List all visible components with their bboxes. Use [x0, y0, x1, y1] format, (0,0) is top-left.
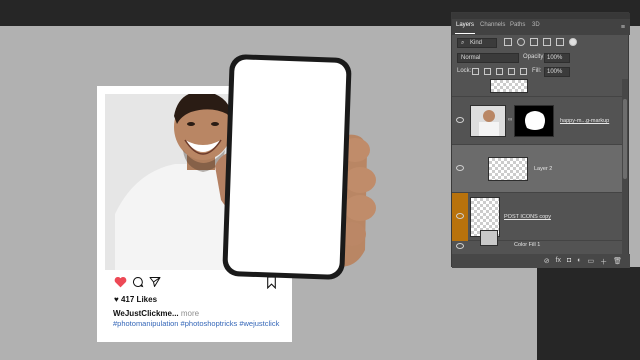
- layer-name[interactable]: POST ICONS copy: [504, 214, 551, 220]
- filter-toggle-icon[interactable]: [569, 38, 577, 46]
- comment-icon[interactable]: [130, 274, 146, 290]
- filter-icons: [504, 38, 577, 46]
- lock-pixels-icon[interactable]: [484, 68, 491, 75]
- smart-object-filter-icon[interactable]: [556, 38, 564, 46]
- opacity-label: Opacity:: [523, 54, 546, 60]
- link-icon[interactable]: ∞: [508, 117, 512, 123]
- panel-menu-icon[interactable]: ≡: [621, 24, 625, 31]
- panel-bottom-icons: ⊘ fx ◘ ◐ ▭ ＋ 🗑: [544, 257, 622, 267]
- likes-count: ♥ 417 Likes: [114, 295, 158, 304]
- workspace-dark-area: [537, 267, 640, 360]
- post-hashtags[interactable]: #photomanipulation #photoshoptricks #wej…: [113, 319, 279, 328]
- post-caption: WeJustClickme... more: [113, 309, 199, 318]
- layer-thumbnail: [480, 230, 498, 246]
- tab-layers[interactable]: Layers: [456, 22, 474, 28]
- blend-mode-select[interactable]: Normal: [457, 53, 519, 63]
- layers-scrollbar[interactable]: [622, 79, 628, 254]
- layers-list: ∞ happy-m...g-markup Layer 2 POST ICONS …: [452, 79, 622, 254]
- layer-row[interactable]: [452, 79, 622, 97]
- visibility-eye-icon[interactable]: [456, 213, 464, 219]
- lock-row: Lock: Fill: 100%: [452, 65, 630, 79]
- layer-row[interactable]: POST ICONS copy: [452, 193, 622, 241]
- layer-mask-thumbnail: [514, 105, 554, 137]
- visibility-eye-icon[interactable]: [456, 117, 464, 123]
- new-layer-icon[interactable]: ＋: [600, 257, 607, 267]
- lock-all-icon[interactable]: [520, 68, 527, 75]
- color-fill-layer[interactable]: Color Fill 1: [452, 230, 622, 254]
- lock-transparency-icon[interactable]: [472, 68, 479, 75]
- tab-3d[interactable]: 3D: [532, 22, 540, 28]
- visibility-eye-icon[interactable]: [456, 165, 464, 171]
- panel-tabs: Layers Channels Paths 3D ≡: [452, 19, 630, 35]
- pixel-filter-icon[interactable]: [504, 38, 512, 46]
- mask-icon[interactable]: ◘: [567, 257, 571, 267]
- layer-name[interactable]: Layer 2: [534, 166, 552, 172]
- filter-kind-select[interactable]: ⌕ Kind: [457, 38, 497, 48]
- lock-label: Lock:: [457, 68, 472, 74]
- lock-artboard-icon[interactable]: [508, 68, 515, 75]
- folder-icon[interactable]: ▭: [587, 257, 594, 267]
- trash-icon[interactable]: 🗑: [613, 257, 622, 267]
- layer-row[interactable]: ∞ happy-m...g-markup: [452, 97, 622, 145]
- layer-row-selected[interactable]: Layer 2: [452, 145, 622, 193]
- link-icon[interactable]: ⊘: [544, 257, 550, 267]
- layer-name[interactable]: Color Fill 1: [514, 242, 540, 248]
- fill-label: Fill:: [532, 68, 542, 74]
- search-icon: ⌕: [461, 40, 465, 46]
- layer-thumbnail: [490, 79, 528, 93]
- panel-bottom-bar: ⊘ fx ◘ ◐ ▭ ＋ 🗑: [452, 254, 630, 268]
- layers-panel: Layers Channels Paths 3D ≡ ⌕ Kind Normal…: [451, 12, 630, 268]
- type-filter-icon[interactable]: [530, 38, 538, 46]
- filter-row: ⌕ Kind: [452, 35, 630, 51]
- heart-small-icon: ♥: [114, 295, 119, 304]
- tab-paths[interactable]: Paths: [510, 22, 525, 28]
- shape-filter-icon[interactable]: [543, 38, 551, 46]
- fill-input[interactable]: 100%: [544, 67, 570, 77]
- layer-thumbnail: [488, 157, 528, 181]
- heart-icon[interactable]: [112, 274, 128, 290]
- fx-icon[interactable]: fx: [556, 257, 561, 267]
- adjustment-filter-icon[interactable]: [517, 38, 525, 46]
- phone-mockup: [222, 53, 352, 281]
- active-tab-indicator: [455, 33, 475, 34]
- share-icon[interactable]: [147, 274, 163, 290]
- lock-position-icon[interactable]: [496, 68, 503, 75]
- visibility-eye-icon[interactable]: [456, 243, 464, 249]
- more-link[interactable]: more: [181, 309, 199, 318]
- layer-name[interactable]: happy-m...g-markup: [560, 118, 609, 124]
- phone-screen: [227, 59, 347, 275]
- adjustment-icon[interactable]: ◐: [577, 257, 581, 267]
- scrollbar-thumb[interactable]: [623, 99, 627, 179]
- blend-row: Normal Opacity: 100%: [452, 51, 630, 65]
- tab-channels[interactable]: Channels: [480, 22, 505, 28]
- caption-username[interactable]: WeJustClickme...: [113, 309, 179, 318]
- lock-icons: [472, 68, 527, 75]
- opacity-input[interactable]: 100%: [544, 53, 570, 63]
- layer-thumbnail: [470, 105, 506, 137]
